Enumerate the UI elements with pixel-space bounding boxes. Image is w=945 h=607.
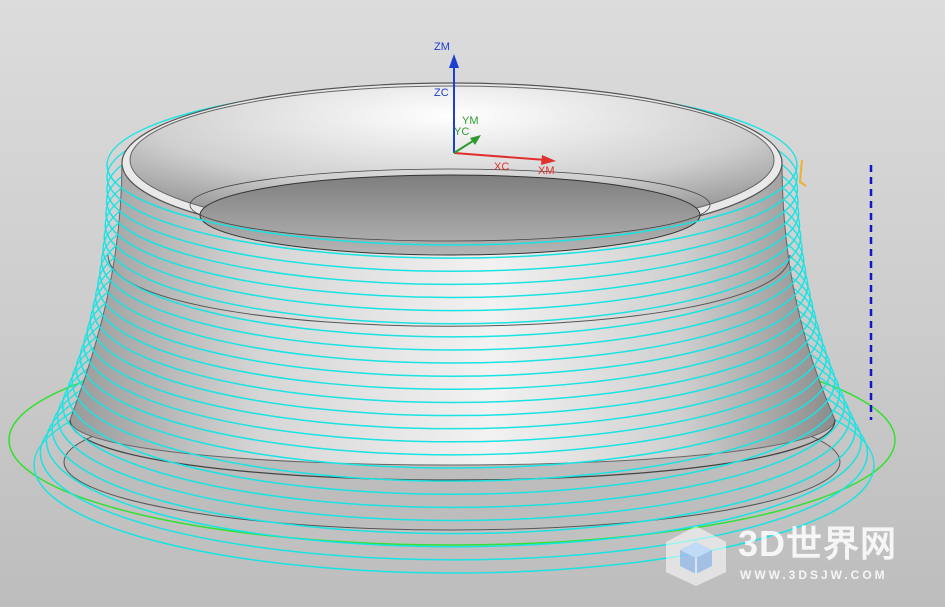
yc-axis-label: YC [454,126,470,138]
xm-axis-label: XM [538,165,555,177]
tool-marker [798,159,807,187]
watermark: 3D世界网 WWW.3DSJW.COM [660,522,930,588]
watermark-brand: 3D世界网 [738,523,898,564]
watermark-url: WWW.3DSJW.COM [740,568,888,582]
z-axis-arrowhead [449,54,459,68]
zm-axis-label: ZM [434,41,450,53]
cube-logo-icon [666,526,726,586]
graphics-viewport[interactable]: ZM ZC YM YC XC XM 3D世界网 WWW.3DSJW.COM [0,0,945,607]
cam-model-scene[interactable] [0,0,945,607]
zc-axis-label: ZC [434,87,449,99]
part-inner-floor [199,174,701,256]
xc-axis-label: XC [494,161,510,173]
